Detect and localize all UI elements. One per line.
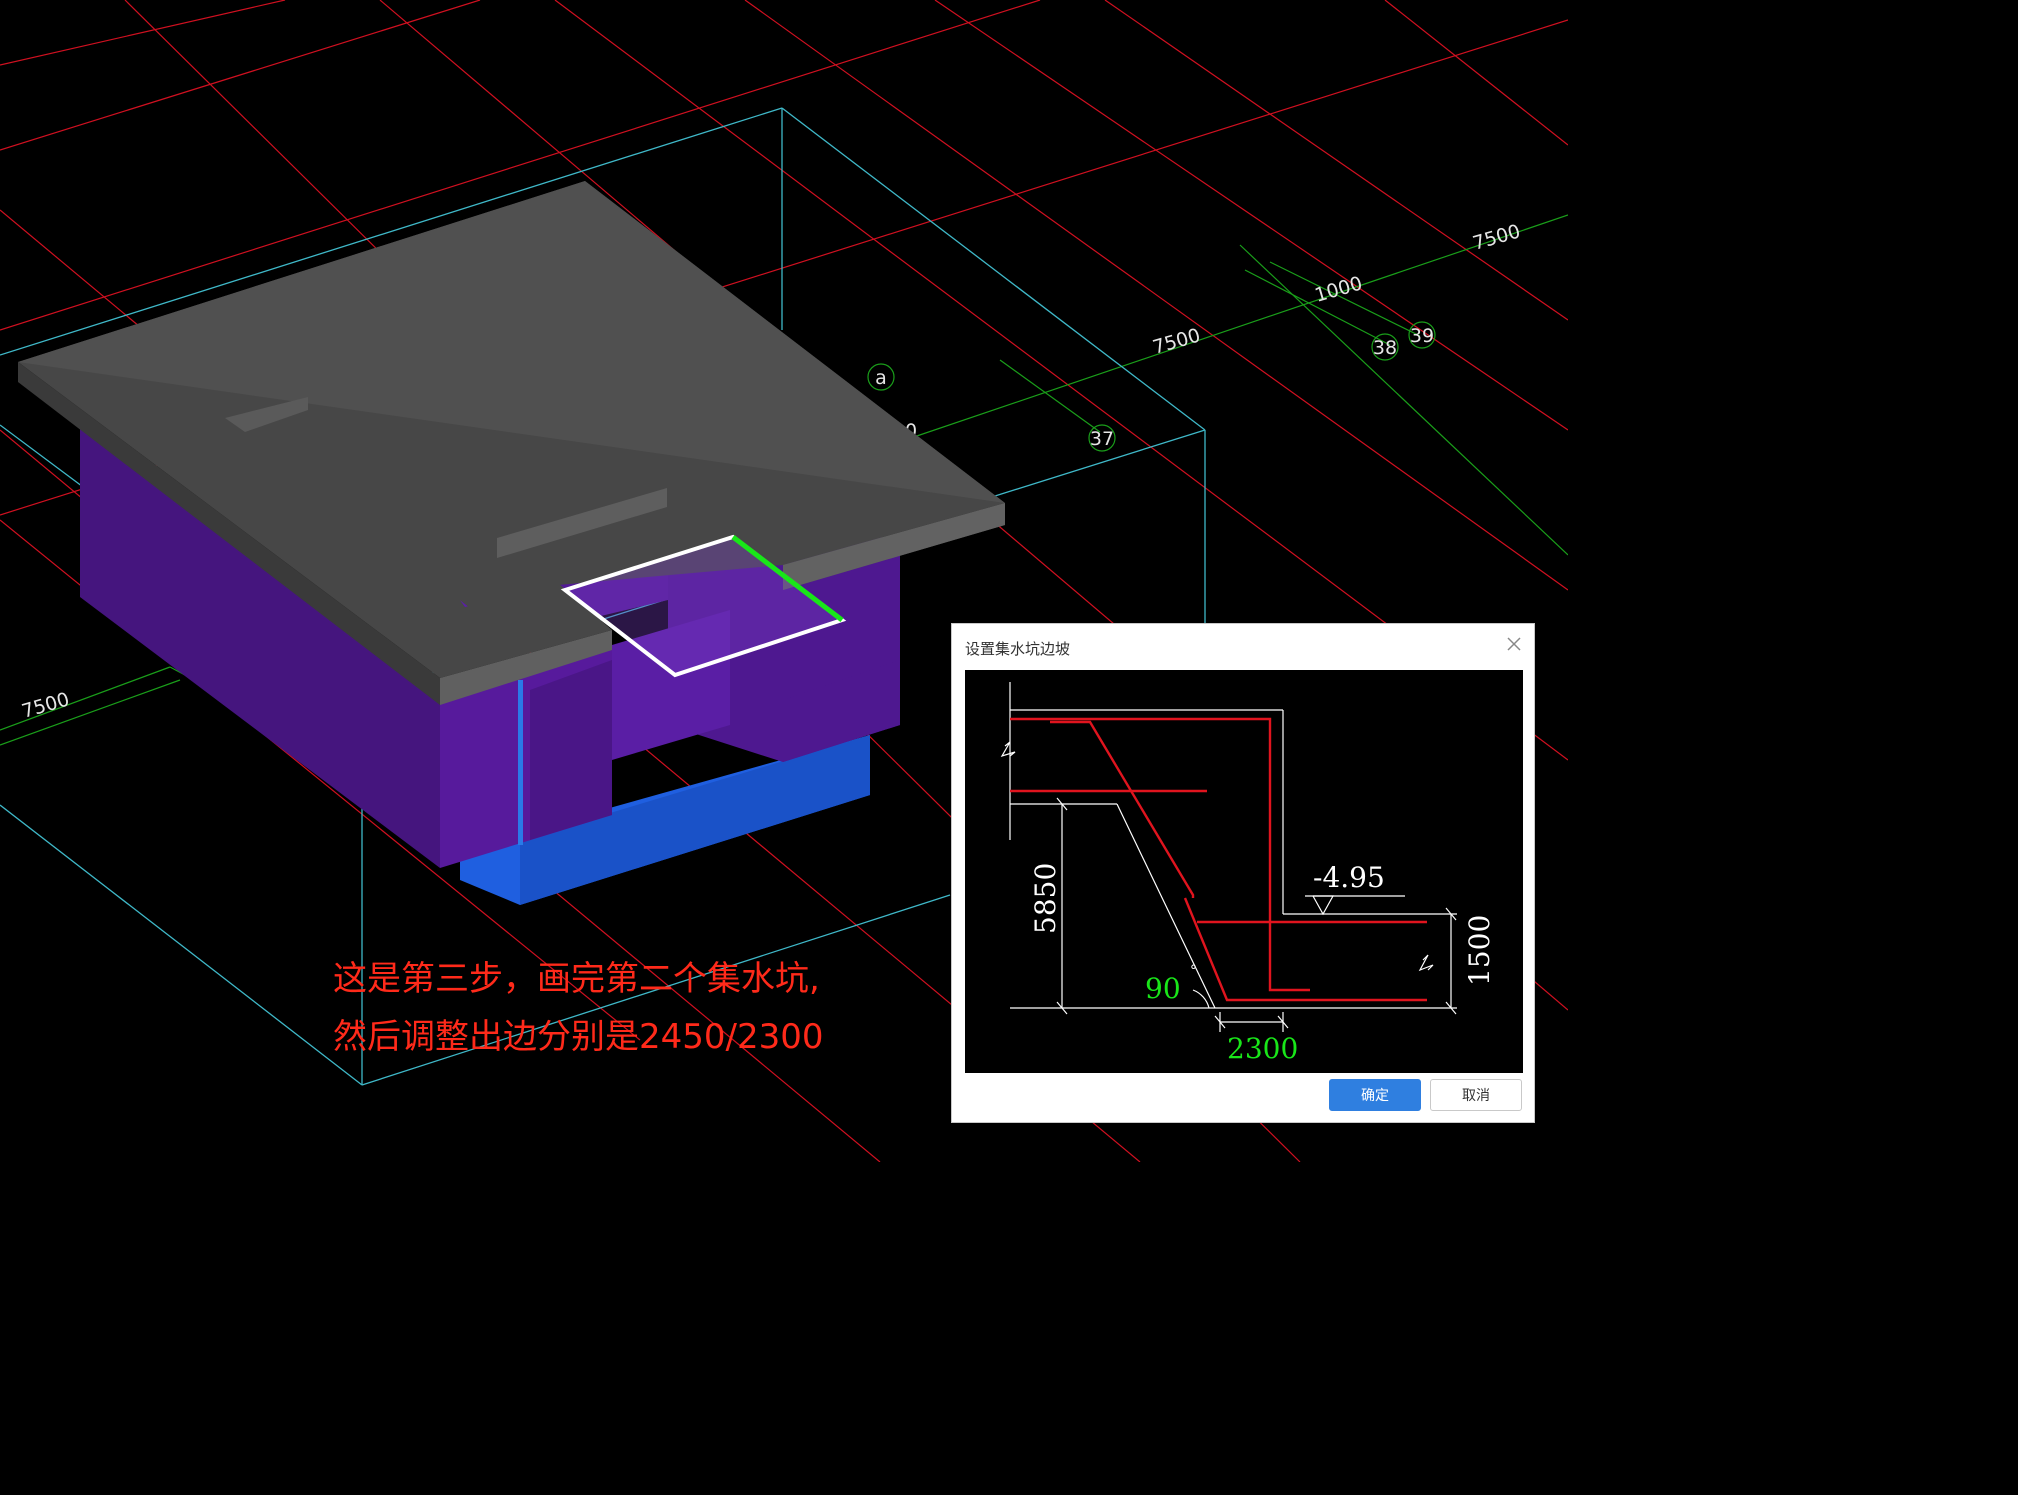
offset-label: 2300 [1227,1032,1298,1065]
confirm-button[interactable]: 确定 [1329,1079,1421,1111]
axis-bubble-39: 39 [1408,321,1436,349]
axis-bubble-a: a [867,363,895,391]
dimension-label: 7500 [1150,324,1203,358]
angle-degree-mark: ° [1190,963,1197,979]
thickness-label: 1500 [1463,915,1496,986]
elevation-label: -4.95 [1313,861,1385,894]
close-icon[interactable] [1506,636,1522,652]
svg-text:38: 38 [1373,337,1397,359]
dialog-title: 设置集水坑边坡 [965,641,1071,658]
cancel-button[interactable]: 取消 [1430,1079,1522,1111]
axis-bubble-38: 38 [1371,333,1399,361]
sump-slope-dialog: 设置集水坑边坡 -4.95 5850 1500 90 ° 2300 确定 取消 [951,623,1535,1123]
svg-text:39: 39 [1410,325,1434,347]
axis-bubble-37: 37 [1088,424,1116,452]
svg-text:a: a [875,367,887,389]
svg-text:37: 37 [1090,428,1114,450]
dimension-label: 7500 [1470,220,1523,254]
dimension-label: 7500 [19,688,72,722]
caption-line-1: 这是第三步，画完第二个集水坑, [333,959,820,999]
dimension-label: 1000 [1312,272,1365,306]
caption-line-2: 然后调整出边分别是2450/2300 [333,1017,824,1057]
depth-label: 5850 [1029,863,1062,934]
angle-label: 90 [1145,972,1181,1005]
annotation-caption: 这是第三步，画完第二个集水坑, 然后调整出边分别是2450/2300 [333,950,824,1066]
slope-diagram: -4.95 5850 1500 90 ° 2300 [965,670,1523,1073]
